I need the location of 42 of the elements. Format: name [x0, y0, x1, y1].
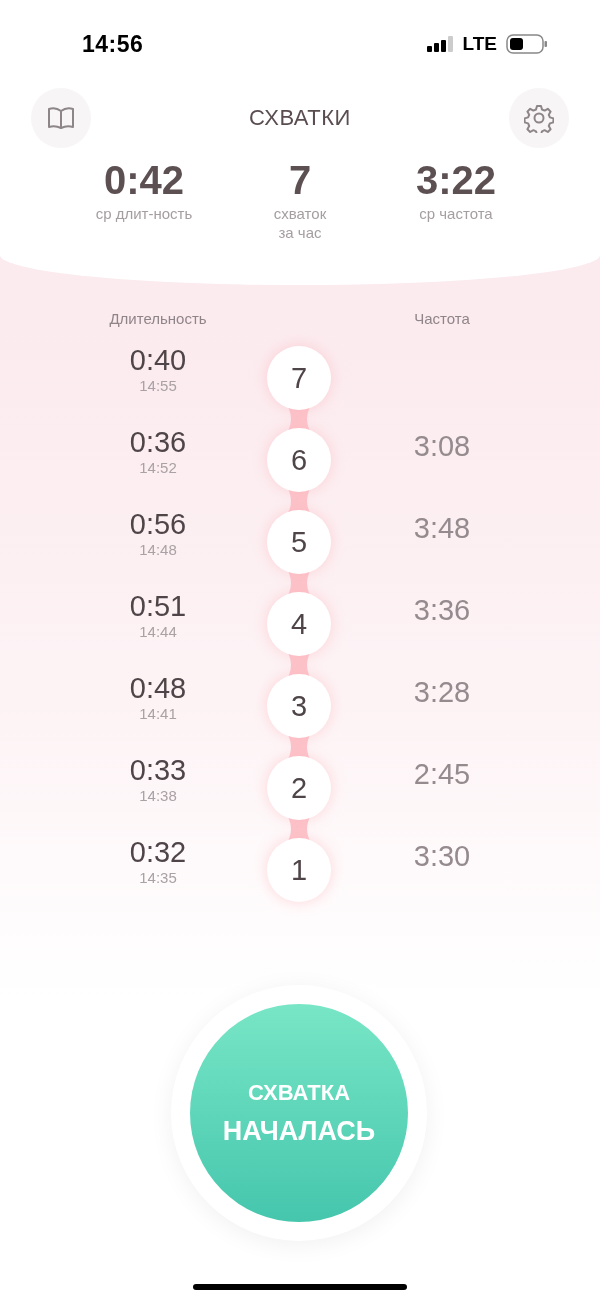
- network-label: LTE: [462, 33, 497, 55]
- signal-icon: [426, 36, 455, 52]
- contraction-number[interactable]: 6: [267, 428, 331, 492]
- column-header: Частота: [414, 310, 470, 329]
- frequency-value: 2:45: [413, 757, 471, 791]
- duration-value: 0:40: [129, 343, 187, 377]
- duration-value: 0:56: [129, 507, 187, 541]
- frequency-value: 3:36: [413, 593, 471, 627]
- stat-value: 7: [287, 157, 313, 204]
- start-time: 14:41: [139, 705, 177, 723]
- start-time: 14:52: [139, 459, 177, 477]
- start-time: 14:35: [139, 869, 177, 887]
- contraction-number[interactable]: 4: [267, 592, 331, 656]
- stat-label: ср частота: [418, 204, 494, 223]
- contraction-number[interactable]: 7: [267, 346, 331, 410]
- stat-value: 0:42: [102, 157, 186, 204]
- start-time: 14:55: [139, 377, 177, 395]
- column-header: Длительность: [109, 310, 207, 329]
- book-icon: [47, 106, 75, 130]
- stat-label: ср длит-ность: [94, 204, 194, 223]
- frequency-value: 3:28: [413, 675, 471, 709]
- duration-value: 0:48: [129, 671, 187, 705]
- stat-label: схваток за час: [272, 204, 328, 242]
- start-time: 14:38: [139, 787, 177, 805]
- frequency-value: 3:48: [413, 511, 471, 545]
- status-time: 14:56: [82, 30, 145, 58]
- duration-value: 0:33: [129, 753, 187, 787]
- contraction-number[interactable]: 2: [267, 756, 331, 820]
- start-time: 14:44: [139, 623, 177, 641]
- frequency-value: 3:08: [413, 429, 471, 463]
- duration-value: 0:36: [129, 425, 187, 459]
- duration-value: 0:51: [129, 589, 187, 623]
- screen-title: СХВАТКИ: [249, 105, 351, 131]
- settings-icon: [524, 103, 554, 133]
- contraction-number[interactable]: 5: [267, 510, 331, 574]
- contraction-number[interactable]: 1: [267, 838, 331, 902]
- battery-icon: [506, 34, 548, 54]
- duration-value: 0:32: [129, 835, 187, 869]
- start-time: 14:48: [139, 541, 177, 559]
- contraction-number[interactable]: 3: [267, 674, 331, 738]
- stat-value: 3:22: [414, 157, 498, 204]
- frequency-value: 3:30: [413, 839, 471, 873]
